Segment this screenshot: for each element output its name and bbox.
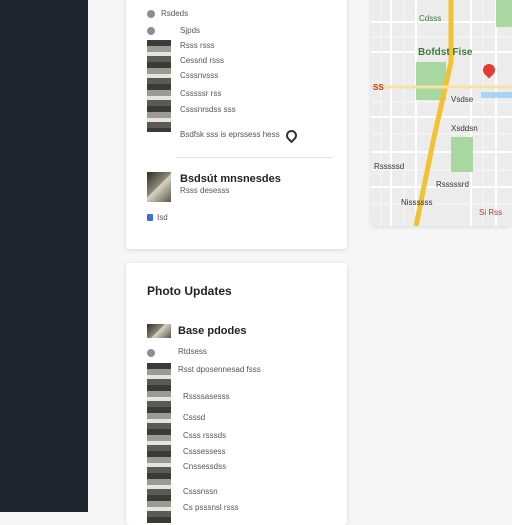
list-item[interactable]: Csss rsssds: [183, 431, 226, 441]
map-label: Nissssss: [401, 198, 433, 207]
featured-thumbnail[interactable]: [147, 324, 171, 338]
list-item[interactable]: Csssd: [183, 413, 205, 423]
list-item[interactable]: Rsss rsss: [180, 41, 215, 51]
photo-updates-card: Photo Updates Base pdodes Rtdsess Rsst d…: [126, 263, 347, 525]
list-item[interactable]: Csssnvsss: [180, 71, 218, 81]
map-panel[interactable]: Cdsss Bofdst Fise SS Vsdse Xsddsn Rsssss…: [371, 0, 512, 226]
map-label: Si Rss: [479, 208, 503, 217]
document-icon: [147, 214, 153, 221]
clock-icon: [147, 349, 155, 357]
map-label: Rsssssd: [374, 162, 405, 171]
list-item[interactable]: Csssssr rss: [180, 89, 221, 99]
featured-title[interactable]: Base pdodes: [178, 325, 246, 337]
list-item[interactable]: Rsst dposennesad fsss: [178, 365, 261, 375]
clock-icon: [147, 27, 155, 35]
list-item[interactable]: Rssssasesss: [183, 392, 230, 402]
list-item[interactable]: Cnssessdss: [183, 462, 226, 472]
map-label: Bofdst Fise: [418, 47, 473, 58]
list-item[interactable]: Rsdeds: [161, 9, 188, 19]
park-area: [451, 137, 473, 172]
map-label: Cdsss: [419, 14, 442, 23]
list-item[interactable]: Rtdsess: [178, 347, 207, 357]
photos-card-top: Rsdeds Sjpds Rsss rsss Cessnd rsss Csssn…: [126, 0, 347, 249]
list-item[interactable]: Cessnd rsss: [180, 56, 224, 66]
location-pin-icon[interactable]: [283, 127, 300, 144]
list-item[interactable]: Csssnssn: [183, 487, 218, 497]
map-label: Xsddsn: [451, 124, 478, 133]
map-canvas[interactable]: [371, 0, 512, 226]
list-item[interactable]: Csssnrsdss sss: [180, 105, 236, 115]
park-area: [496, 0, 512, 27]
water-area: [481, 92, 512, 98]
list-item[interactable]: Csssessess: [183, 447, 226, 457]
featured-thumbnail[interactable]: [147, 172, 171, 202]
photo-thumbnail-strip[interactable]: [147, 363, 171, 523]
location-row[interactable]: Bsdfsk sss is eprssess hess: [180, 130, 280, 140]
card-title: Photo Updates: [147, 284, 232, 298]
map-label: Rsssssrd: [436, 180, 469, 189]
featured-subtitle: Rsss desesss: [180, 186, 230, 195]
featured-title[interactable]: Bsdsút mnsnesdes: [180, 173, 281, 185]
list-item[interactable]: Sjpds: [180, 26, 200, 36]
clock-icon: [147, 10, 155, 18]
divider: [176, 157, 333, 158]
map-label: Vsdse: [451, 95, 474, 104]
footer-link[interactable]: Isd: [157, 213, 168, 223]
photo-thumbnail-strip[interactable]: [147, 40, 171, 132]
map-label: SS: [373, 83, 384, 92]
app-sidebar: [0, 0, 88, 512]
